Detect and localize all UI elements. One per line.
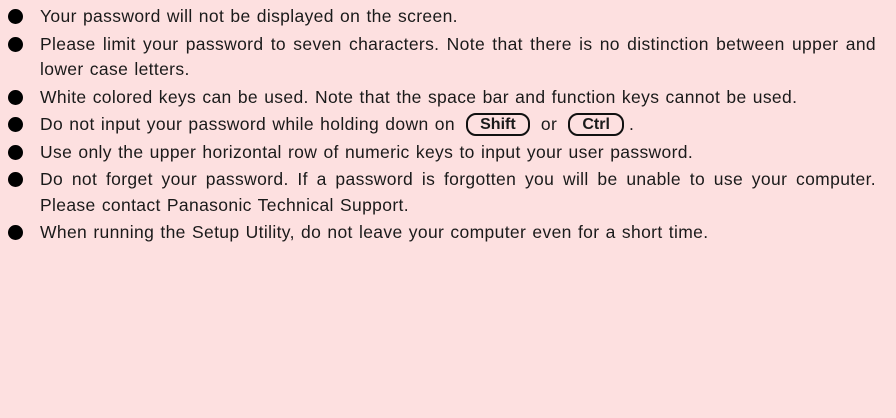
note-modifier-period: . <box>628 114 635 134</box>
note-password-not-displayed: Your password will not be displayed on t… <box>8 4 876 30</box>
note-setup-utility: When running the Setup Utility, do not l… <box>8 220 876 246</box>
note-modifier-keys: Do not input your password while holding… <box>8 112 876 138</box>
note-white-keys: White colored keys can be used. Note tha… <box>8 85 876 111</box>
note-modifier-text-before: Do not input your password while holding… <box>40 114 455 134</box>
password-notes-list: Your password will not be displayed on t… <box>8 4 876 246</box>
ctrl-key-icon: Ctrl <box>568 113 624 136</box>
note-seven-characters: Please limit your password to seven char… <box>8 32 876 83</box>
note-modifier-text-or: or <box>540 114 558 134</box>
shift-key-icon: Shift <box>466 113 530 136</box>
password-notes: Your password will not be displayed on t… <box>0 0 896 418</box>
note-numeric-keys: Use only the upper horizontal row of num… <box>8 140 876 166</box>
note-do-not-forget: Do not forget your password. If a passwo… <box>8 167 876 218</box>
